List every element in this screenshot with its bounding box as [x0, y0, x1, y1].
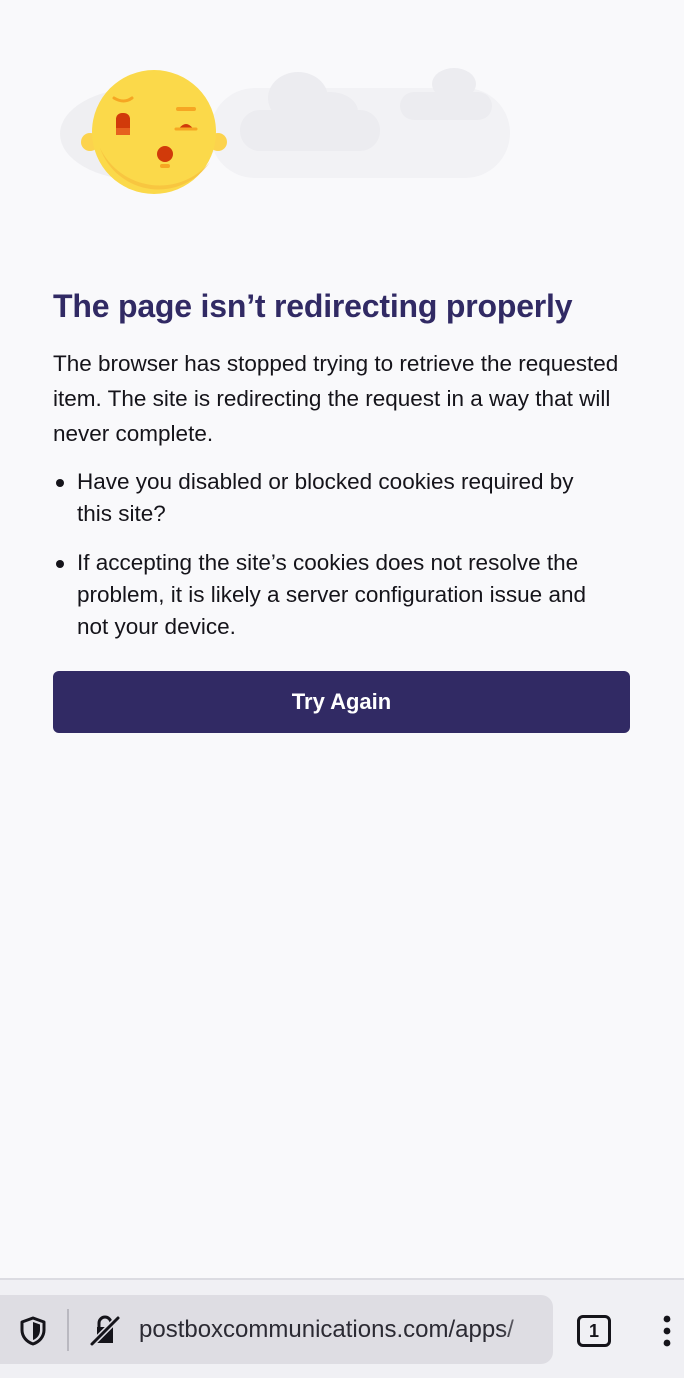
bullet-icon — [56, 479, 64, 487]
error-illustration — [60, 68, 510, 194]
url-text[interactable]: postboxcommunications.com/apps/ — [139, 1313, 549, 1347]
error-description: The browser has stopped trying to retrie… — [53, 351, 619, 446]
tip-text: Have you disabled or blocked cookies req… — [77, 469, 574, 526]
try-again-button[interactable]: Try Again — [53, 671, 630, 733]
url-bar-divider — [67, 1309, 69, 1351]
troubleshooting-list: Have you disabled or blocked cookies req… — [53, 466, 593, 660]
bullet-icon — [56, 560, 64, 568]
tab-counter-button[interactable]: 1 — [577, 1315, 611, 1347]
page-title: The page isn’t redirecting properly — [53, 288, 573, 324]
kebab-menu-icon[interactable] — [654, 1313, 680, 1349]
error-page: The page isn’t redirecting properly The … — [0, 0, 684, 1378]
tip-text: If accepting the site’s cookies does not… — [77, 550, 586, 639]
insecure-connection-icon[interactable] — [88, 1314, 122, 1348]
list-item: Have you disabled or blocked cookies req… — [53, 466, 593, 530]
tracking-protection-shield-icon[interactable] — [17, 1315, 49, 1347]
list-item: If accepting the site’s cookies does not… — [53, 547, 593, 643]
surprised-face-icon — [81, 70, 227, 194]
bottom-toolbar: postboxcommunications.com/apps/ 1 — [0, 1278, 684, 1378]
url-bar[interactable]: postboxcommunications.com/apps/ — [0, 1295, 553, 1364]
